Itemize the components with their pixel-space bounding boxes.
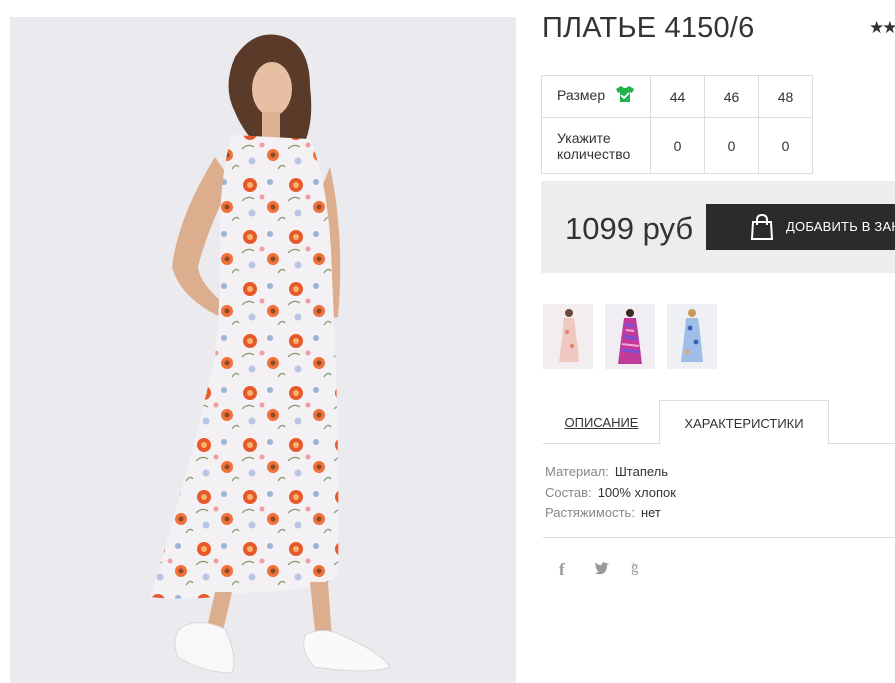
quantity-input-46[interactable]: 0 bbox=[704, 117, 759, 174]
tab-characteristics[interactable]: ХАРАКТЕРИСТИКИ bbox=[659, 400, 829, 445]
divider bbox=[543, 537, 895, 538]
quantity-input-48[interactable]: 0 bbox=[758, 117, 813, 174]
shopping-bag-icon bbox=[748, 213, 776, 244]
quantity-label: Укажите количество bbox=[541, 117, 651, 174]
product-title: ПЛАТЬЕ 4150/6 bbox=[542, 12, 755, 44]
characteristics-list: Материал: Штапель Состав: 100% хлопок Раст… bbox=[545, 462, 676, 524]
spec-row-material: Материал: Штапель bbox=[545, 462, 676, 483]
star-icon[interactable]: ★★ bbox=[869, 18, 895, 38]
facebook-icon[interactable]: f bbox=[559, 560, 565, 580]
twitter-icon[interactable] bbox=[594, 561, 610, 579]
spec-key: Растяжимость: bbox=[545, 505, 635, 520]
size-label-cell: Размер bbox=[541, 75, 651, 118]
add-to-cart-button[interactable]: ДОБАВИТЬ В ЗАКАЗ bbox=[706, 204, 895, 250]
green-tshirt-icon[interactable] bbox=[615, 85, 635, 106]
google-plus-icon[interactable]: g + bbox=[631, 560, 639, 579]
product-main-image[interactable] bbox=[10, 17, 516, 683]
spec-row-composition: Состав: 100% хлопок bbox=[545, 483, 676, 504]
product-tabs: ОПИСАНИЕ ХАРАКТЕРИСТИКИ bbox=[543, 400, 895, 445]
size-label: Размер bbox=[557, 87, 606, 104]
thumbnail-pink-floral-dress[interactable] bbox=[543, 304, 593, 369]
size-44: 44 bbox=[650, 75, 705, 118]
thumbnail-purple-striped-dress[interactable] bbox=[605, 304, 655, 369]
tab-description[interactable]: ОПИСАНИЕ bbox=[543, 400, 660, 445]
spec-key: Состав: bbox=[545, 484, 592, 500]
thumbnail-blue-floral-dress[interactable] bbox=[667, 304, 717, 369]
spec-value: нет bbox=[640, 505, 661, 520]
price-box: 1099 руб ДОБАВИТЬ В ЗАКАЗ bbox=[541, 181, 895, 273]
spec-value: 100% хлопок bbox=[597, 484, 676, 500]
spec-row-stretch: Растяжимость: нет bbox=[545, 503, 676, 524]
size-46: 46 bbox=[704, 75, 759, 118]
size-table: Размер 44 46 48 Укажите количество 0 0 0 bbox=[541, 75, 813, 174]
quantity-input-44[interactable]: 0 bbox=[650, 117, 705, 174]
google-plus-glyph: g bbox=[631, 560, 639, 576]
spec-key: Материал: bbox=[545, 464, 609, 479]
add-to-cart-label: ДОБАВИТЬ В ЗАКАЗ bbox=[786, 219, 895, 234]
size-48: 48 bbox=[758, 75, 813, 118]
spec-value: Штапель bbox=[614, 464, 669, 479]
price: 1099 руб bbox=[565, 211, 694, 246]
